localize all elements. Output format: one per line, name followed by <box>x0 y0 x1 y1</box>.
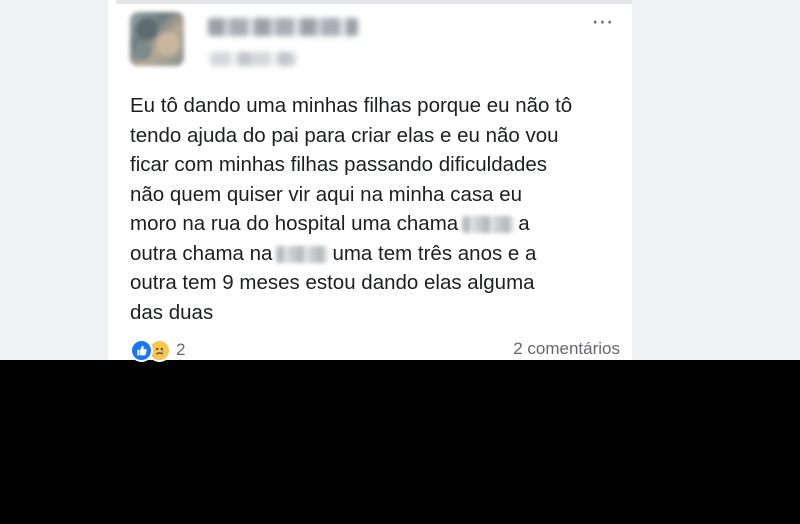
author-name-blurred[interactable] <box>208 18 358 36</box>
post-line: moro na rua do hospital uma chama a <box>130 209 620 239</box>
post-line-text: uma tem três anos e a <box>332 241 537 265</box>
reactions-summary[interactable]: 2 <box>130 338 185 362</box>
post-line-text: outra chama na <box>130 241 273 265</box>
reaction-count: 2 <box>176 340 186 359</box>
post-line: tendo ajuda do pai para criar elas e eu … <box>130 123 559 147</box>
card-top-edge <box>116 0 632 4</box>
right-background <box>632 0 800 360</box>
post-line: não quem quiser vir aqui na minha casa e… <box>130 182 523 206</box>
post-line: outra tem 9 meses estou dando elas algum… <box>130 271 535 294</box>
author-avatar-blurred[interactable] <box>130 12 184 66</box>
post-line: das duas <box>130 300 214 324</box>
more-options-button[interactable]: ⋯ <box>588 9 618 36</box>
comments-count-link[interactable]: 2 comentários <box>513 339 620 359</box>
redacted-name-1 <box>462 216 515 234</box>
post-line: ficar com minhas filhas passando dificul… <box>130 153 548 176</box>
more-horizontal-icon: ⋯ <box>591 9 615 34</box>
post-line-text: a <box>518 212 530 235</box>
post-timestamp-blurred[interactable] <box>210 52 296 66</box>
post-line-text: moro na rua do hospital uma chama <box>130 212 459 235</box>
redacted-name-2 <box>276 245 329 263</box>
facebook-post-card: ⋯ Eu tô dando uma minhas filhas porque e… <box>108 0 632 362</box>
post-line: outra chama na uma tem três anos e a <box>130 239 620 269</box>
left-background <box>0 0 108 360</box>
post-body: Eu tô dando uma minhas filhas porque eu … <box>130 91 620 327</box>
black-bottom-area <box>0 360 800 524</box>
like-icon <box>130 338 153 362</box>
post-line: Eu tô dando uma minhas filhas porque eu … <box>130 94 573 117</box>
